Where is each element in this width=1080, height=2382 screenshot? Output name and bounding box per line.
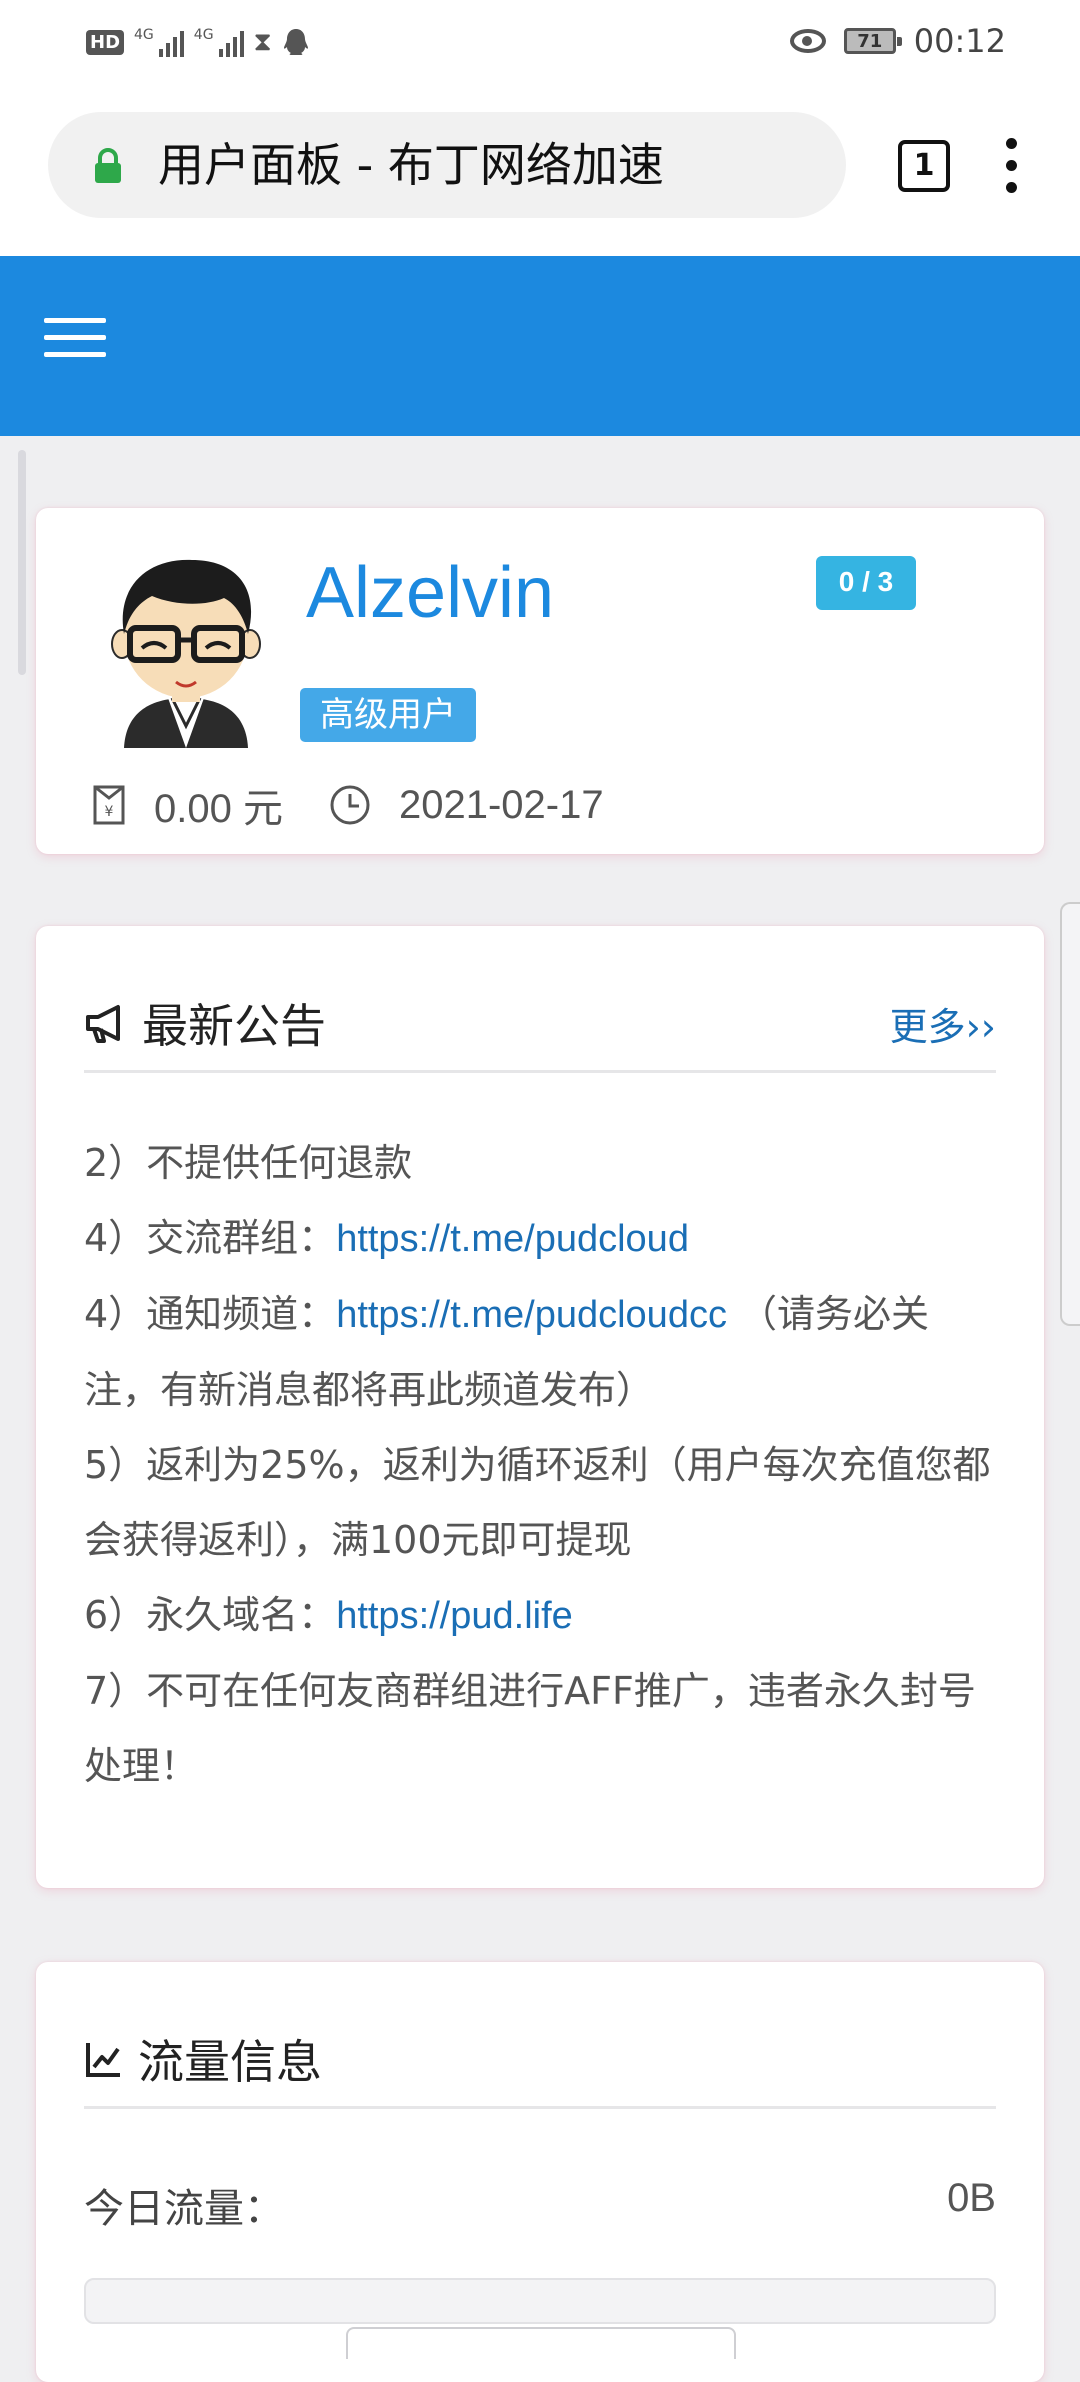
expire-date: 2021-02-17 xyxy=(398,782,604,827)
overflow-menu-icon[interactable] xyxy=(1006,138,1018,194)
group-link[interactable]: https://t.me/pudcloud xyxy=(336,1218,689,1260)
notice-line: 2）不提供任何退款 xyxy=(84,1141,413,1185)
profile-meta: ¥ 0.00 元 2021-02-17 xyxy=(92,770,604,840)
announcement-body: 2）不提供任何退款 4）交流群组：https://t.me/pudcloud 4… xyxy=(84,1126,996,1804)
app-header xyxy=(0,256,1080,436)
notice-line: 4）交流群组：https://t.me/pudcloud xyxy=(84,1216,689,1260)
battery-level: 71 xyxy=(857,30,883,52)
lock-icon xyxy=(95,148,121,183)
avatar xyxy=(111,559,261,748)
expire-item: 2021-02-17 xyxy=(329,783,604,828)
signal-icon: 4G xyxy=(134,27,184,57)
status-bar: HD 4G 4G ⧗ 71 00:12 xyxy=(0,0,1080,86)
side-drawer-handle[interactable] xyxy=(1060,902,1080,1326)
announcement-card: 最新公告 更多›› 2）不提供任何退款 4）交流群组：https://t.me/… xyxy=(36,926,1044,1888)
megaphone-icon xyxy=(86,1005,120,1043)
announcement-header: 最新公告 更多›› xyxy=(84,970,996,1073)
eye-comfort-icon xyxy=(789,29,826,53)
traffic-progress-bar xyxy=(84,2278,996,2324)
hourglass-icon: ⧗ xyxy=(253,26,272,57)
balance-value: 0.00 元 xyxy=(154,787,283,831)
signal-icon-2: 4G xyxy=(194,27,244,57)
username: Alzelvin xyxy=(306,553,555,633)
line-chart-icon xyxy=(86,2043,120,2077)
domain-link[interactable]: https://pud.life xyxy=(336,1595,573,1637)
channel-link[interactable]: https://t.me/pudcloudcc xyxy=(336,1294,727,1336)
battery-icon: 71 xyxy=(843,28,902,54)
progress-tooltip-tab xyxy=(346,2327,736,2359)
clock-icon xyxy=(330,785,370,825)
notice-line: 4）通知频道：https://t.me/pudcloudcc （请务必关注，有新… xyxy=(84,1292,930,1412)
notice-line: 6）永久域名：https://pud.life xyxy=(84,1593,573,1637)
more-announcements-link[interactable]: 更多›› xyxy=(890,996,996,1051)
notice-line: 7）不可在任何友商群组进行AFF推广，违者永久封号处理！ xyxy=(84,1669,976,1788)
tab-switcher-button[interactable]: 1 xyxy=(898,140,950,192)
profile-card: Alzelvin 0 / 3 高级用户 ¥ 0.00 元 2021-02-17 xyxy=(36,508,1044,854)
qq-icon xyxy=(283,29,308,55)
today-traffic-row: 今日流量： 0B xyxy=(84,2176,996,2234)
hamburger-menu-icon[interactable] xyxy=(44,318,106,362)
status-indicators-left: HD 4G 4G ⧗ xyxy=(86,22,310,62)
browser-toolbar: 用户面板 - 布丁网络加速 1 xyxy=(0,86,1080,256)
traffic-title: 流量信息 xyxy=(84,2026,322,2092)
notice-line: 5）返利为25%，返利为循环返利（用户每次充值您都会获得返利），满100元即可提… xyxy=(84,1443,991,1562)
page-title: 用户面板 - 布丁网络加速 xyxy=(158,138,664,192)
balance-item: ¥ 0.00 元 xyxy=(92,776,283,834)
traffic-header: 流量信息 xyxy=(84,2006,996,2109)
address-bar[interactable]: 用户面板 - 布丁网络加速 xyxy=(48,112,846,218)
today-traffic-value: 0B xyxy=(947,2176,996,2220)
user-level-badge: 高级用户 xyxy=(300,688,476,742)
announcement-title: 最新公告 xyxy=(84,990,326,1056)
wallet-icon: ¥ xyxy=(93,785,125,825)
scrollbar-thumb[interactable] xyxy=(18,450,26,675)
svg-text:¥: ¥ xyxy=(105,804,114,820)
device-count-badge: 0 / 3 xyxy=(816,556,916,610)
clock-time: 00:12 xyxy=(913,22,1006,60)
status-indicators-right: 71 00:12 xyxy=(789,18,1006,64)
traffic-card: 流量信息 今日流量： 0B xyxy=(36,1962,1044,2382)
today-traffic-label: 今日流量： xyxy=(84,2186,284,2232)
hd-voice-indicator: HD xyxy=(86,29,125,55)
